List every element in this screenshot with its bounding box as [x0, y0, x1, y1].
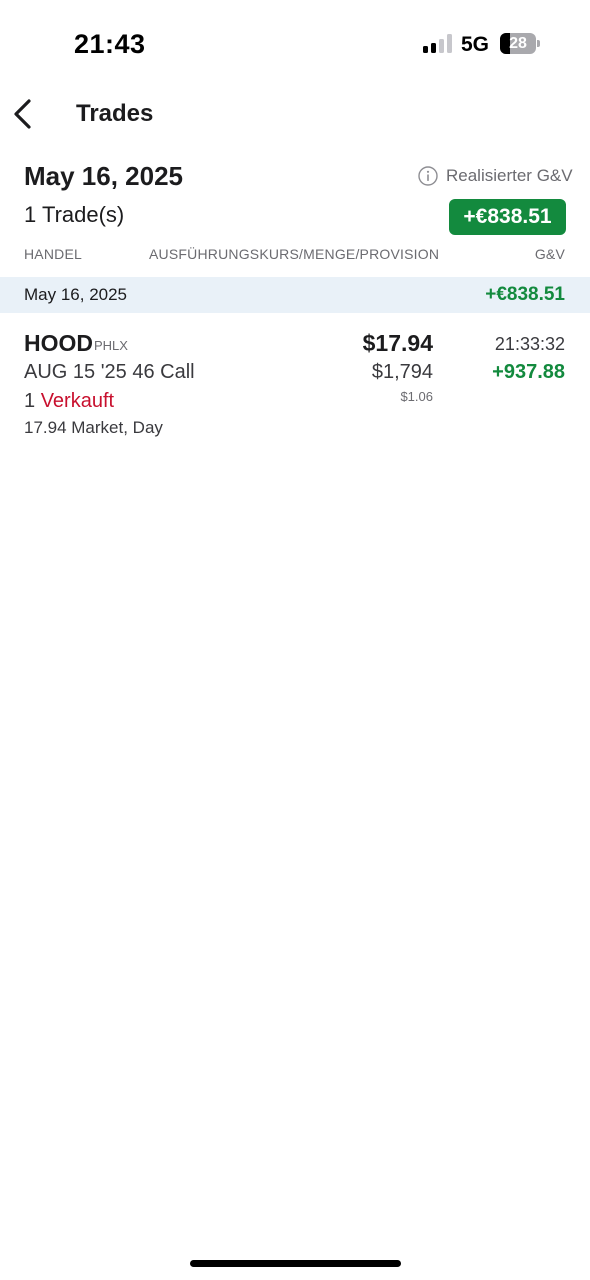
status-time: 21:43	[74, 29, 146, 59]
battery-icon: 28	[500, 33, 536, 54]
battery-level: 28	[509, 35, 527, 52]
network-type: 5G	[461, 33, 490, 56]
trade-amount: $1,794	[371, 361, 433, 383]
trade-symbol: HOOD	[24, 330, 93, 356]
trade-time: 21:33:32	[494, 334, 565, 354]
page-title: Trades	[76, 100, 154, 127]
column-header-pnl: G&V	[534, 246, 565, 262]
trade-order-info: 17.94 Market, Day	[24, 418, 163, 437]
trade-pnl: +937.88	[492, 361, 565, 383]
day-group-date: May 16, 2025	[24, 285, 128, 304]
realized-pnl-badge: +€838.51	[449, 199, 566, 235]
trade-count: 1 Trade(s)	[24, 202, 125, 227]
trade-contract: AUG 15 '25 46 Call	[24, 361, 195, 383]
chevron-left-icon	[14, 99, 31, 129]
back-button[interactable]	[8, 96, 42, 132]
info-icon[interactable]	[418, 166, 438, 186]
cellular-signal-icon	[423, 34, 453, 53]
trade-price: $17.94	[362, 330, 433, 356]
trade-quantity: 1	[24, 390, 36, 412]
column-header-execution: AUSFÜHRUNGSKURS/MENGE/PROVISION	[149, 246, 440, 262]
home-indicator[interactable]	[190, 1260, 401, 1267]
realized-pnl-label[interactable]: Realisierter G&V	[446, 165, 573, 187]
battery-cap	[537, 40, 540, 47]
trade-quantity-side: 1 Verkauft	[24, 389, 114, 413]
column-header-trade: HANDEL	[24, 246, 82, 262]
day-group-pnl: +€838.51	[485, 284, 565, 305]
trade-commission: $1.06	[400, 389, 433, 404]
summary-date: May 16, 2025	[24, 161, 184, 191]
trade-side: Verkauft	[40, 390, 115, 412]
trade-exchange: PHLX	[94, 338, 128, 353]
